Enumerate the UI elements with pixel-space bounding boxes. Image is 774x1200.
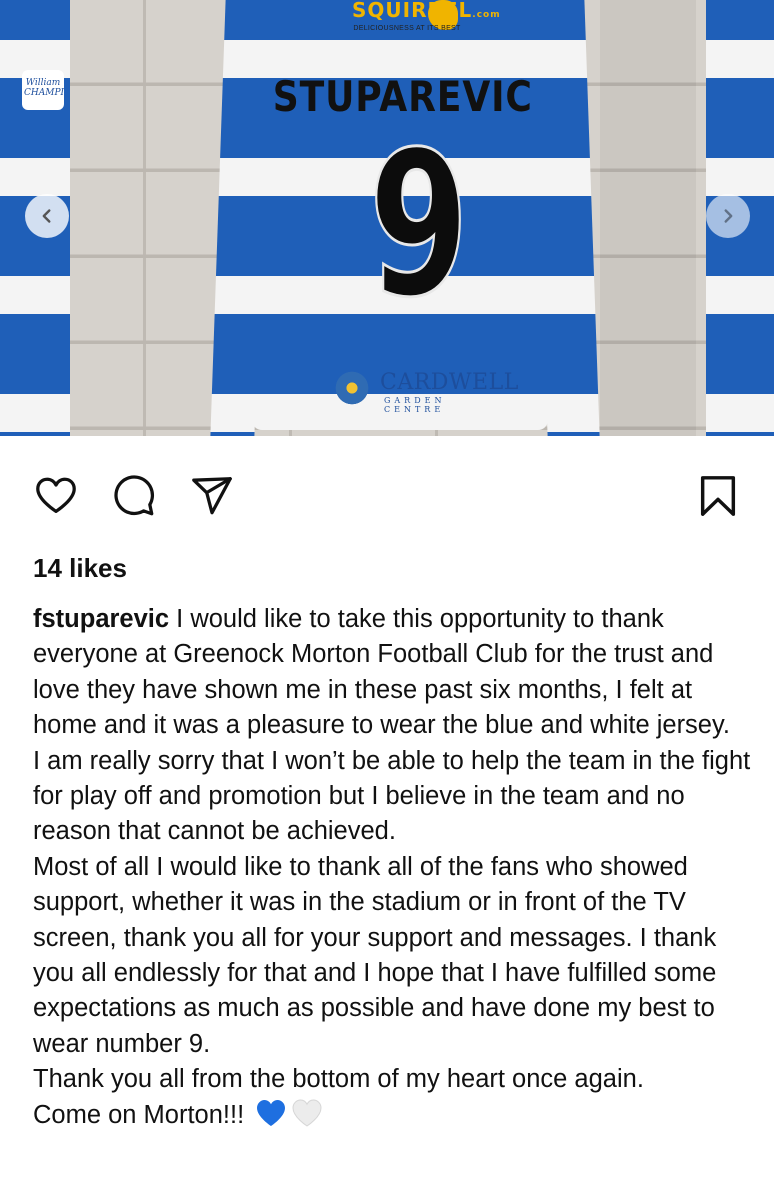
like-button[interactable] xyxy=(32,468,80,524)
chevron-right-icon xyxy=(724,209,733,223)
save-button[interactable] xyxy=(694,468,742,524)
paper-plane-icon xyxy=(192,477,232,515)
post-action-bar xyxy=(0,468,774,524)
likes-count[interactable]: 14 likes xyxy=(33,553,127,584)
comment-button[interactable] xyxy=(110,468,158,524)
post-photo[interactable]: William CHAMPI SQUIRREL.com DELICIOUSNES… xyxy=(0,0,774,436)
top-sponsor-logo: SQUIRREL.com DELICIOUSNESS AT ITS BEST xyxy=(352,0,501,32)
caption-paragraph: Come on Morton!!! xyxy=(33,1098,753,1133)
caption-paragraph: fstuparevic I would like to take this op… xyxy=(33,605,730,740)
white-heart-icon xyxy=(292,1099,322,1127)
flower-logo-icon xyxy=(332,370,372,406)
bookmark-icon xyxy=(700,476,736,516)
caption-username[interactable]: fstuparevic xyxy=(33,605,169,633)
caption-paragraph: Most of all I would like to thank all of… xyxy=(33,852,717,1058)
side-sponsor-badge: William CHAMPI xyxy=(22,70,64,110)
caption-paragraph: I am really sorry that I won’t be able t… xyxy=(33,746,751,846)
jersey-number: 9 xyxy=(368,109,470,342)
comment-bubble-icon xyxy=(114,475,155,516)
carousel-next-button[interactable] xyxy=(706,194,750,238)
wall-shadow xyxy=(600,0,696,436)
caption-paragraph: Thank you all from the bottom of my hear… xyxy=(33,1065,644,1094)
carousel-prev-button[interactable] xyxy=(25,194,69,238)
bottom-sponsor-logo: CARDWELL GARDEN CENTRE xyxy=(330,366,518,414)
share-button[interactable] xyxy=(188,468,236,524)
chevron-left-icon xyxy=(42,209,51,223)
post-caption: fstuparevic I would like to take this op… xyxy=(33,602,753,1133)
blue-heart-icon xyxy=(257,1099,286,1126)
heart-outline-icon xyxy=(36,477,76,513)
